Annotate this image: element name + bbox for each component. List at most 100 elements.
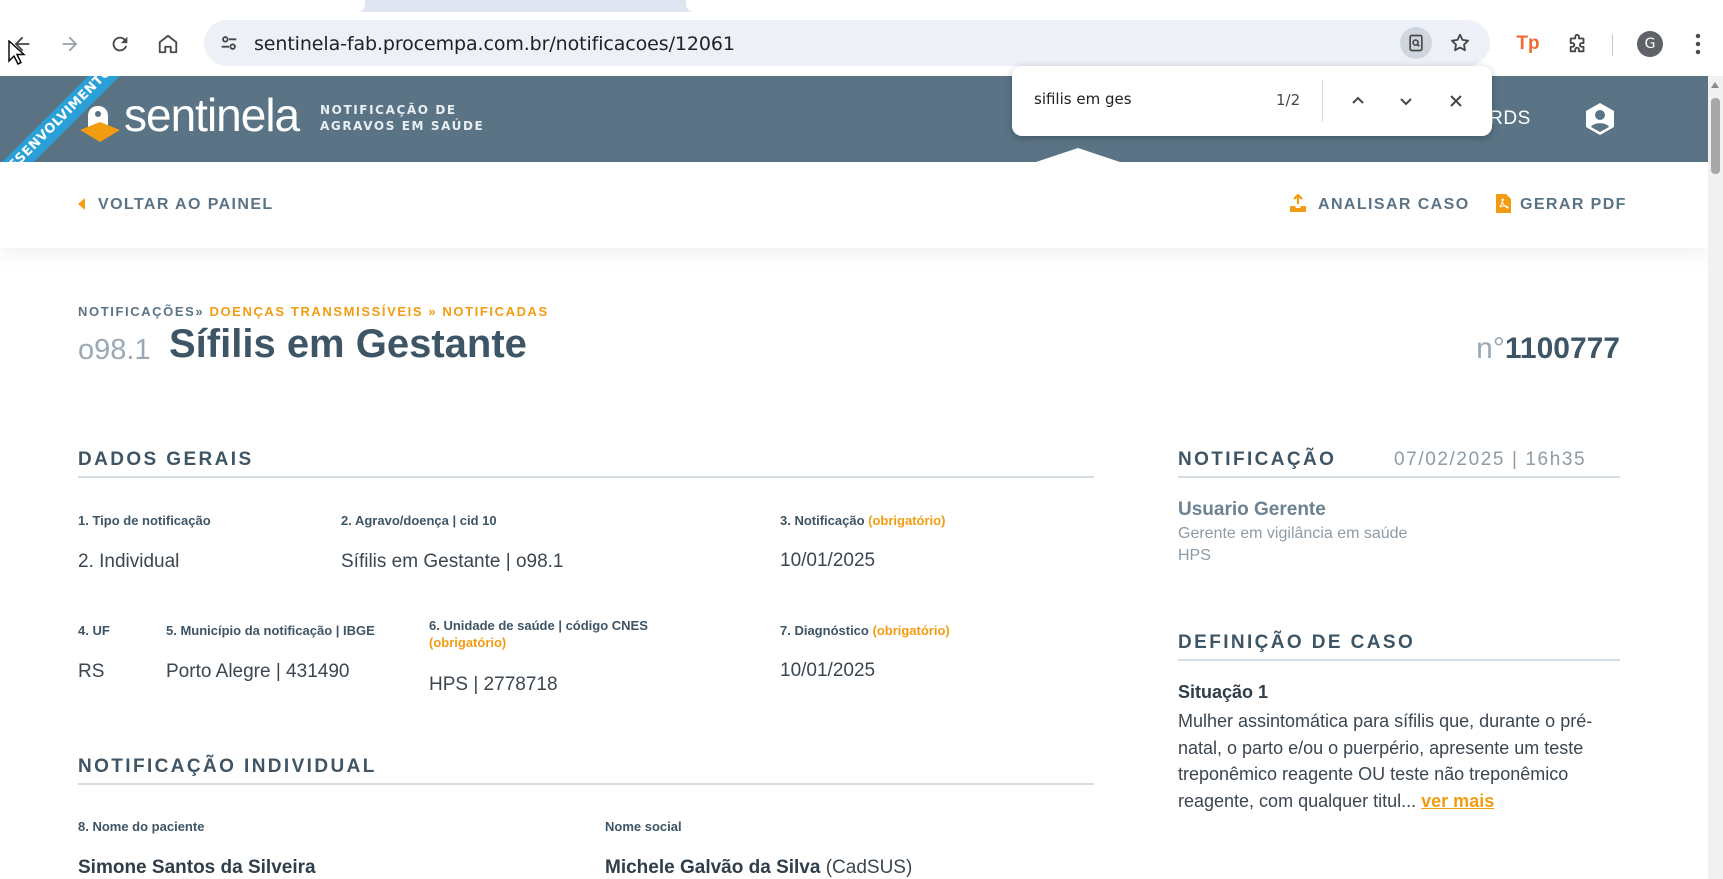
see-more-link[interactable]: ver mais bbox=[1421, 791, 1494, 811]
tp-extension-icon: Tp bbox=[1516, 33, 1540, 54]
field-label-nome-social: Nome social bbox=[605, 819, 682, 834]
chevron-down-icon bbox=[1400, 98, 1412, 106]
star-icon bbox=[1451, 33, 1469, 52]
find-input[interactable]: sifilis em ges bbox=[1034, 90, 1132, 108]
nome-social-text: Michele Galvão da Silva bbox=[605, 857, 821, 878]
site-settings-icon[interactable] bbox=[218, 32, 240, 58]
breadcrumb-notificadas[interactable]: NOTIFICADAS bbox=[442, 304, 548, 319]
reload-icon bbox=[112, 36, 128, 52]
cid-code: o98.1 bbox=[78, 334, 151, 366]
field-value-diagnostico: 10/01/2025 bbox=[780, 660, 876, 681]
mouse-cursor-icon bbox=[8, 40, 26, 65]
reload-button[interactable] bbox=[104, 28, 136, 60]
notification-number-value: 1100777 bbox=[1504, 332, 1620, 365]
section-definicao-title: DEFINIÇÃO DE CASO bbox=[1178, 632, 1416, 653]
field-value-nome-social: Michele Galvão da Silva (CadSUS) bbox=[605, 857, 912, 879]
required-tag: (obrigatório) bbox=[868, 513, 946, 528]
find-close-button[interactable] bbox=[1442, 87, 1470, 115]
field-label-diagnostico-text: 7. Diagnóstico bbox=[780, 623, 869, 638]
home-icon bbox=[158, 34, 178, 54]
app-subtitle: NOTIFICAÇÃO DE AGRAVOS EM SAÚDE bbox=[320, 102, 484, 134]
notification-number-prefix: n° bbox=[1476, 332, 1505, 365]
field-label-agravo: 2. Agravo/doença | cid 10 bbox=[341, 513, 497, 528]
analyze-case-button[interactable]: ANALISAR CASO bbox=[1318, 196, 1470, 214]
toolbar-divider bbox=[1612, 34, 1613, 56]
extension-tp-button[interactable]: Tp bbox=[1512, 28, 1544, 60]
close-icon bbox=[1450, 95, 1462, 107]
section-divider bbox=[1178, 659, 1620, 661]
url-text[interactable]: sentinela-fab.procempa.com.br/notificaco… bbox=[254, 33, 735, 55]
section-notificacao-title: NOTIFICAÇÃO bbox=[1178, 449, 1337, 470]
field-value-nome-paciente: Simone Santos da Silveira bbox=[78, 857, 316, 878]
breadcrumb-doencas[interactable]: DOENÇAS TRANSMISSÍVEIS bbox=[209, 304, 423, 319]
field-value-unidade: HPS | 2778718 bbox=[429, 674, 558, 695]
section-divider bbox=[78, 476, 1094, 478]
section-divider bbox=[1178, 476, 1620, 478]
field-label-municipio: 5. Município da notificação | IBGE bbox=[166, 623, 375, 638]
browser-menu-button[interactable] bbox=[1682, 28, 1714, 60]
scrollbar-thumb[interactable] bbox=[1711, 98, 1720, 174]
section-notificacao-individual-title: NOTIFICAÇÃO INDIVIDUAL bbox=[78, 756, 377, 777]
breadcrumb-separator: » bbox=[428, 304, 438, 319]
notification-datetime: 07/02/2025 | 16h35 bbox=[1394, 449, 1587, 470]
chevron-up-icon bbox=[1352, 96, 1364, 104]
puzzle-icon bbox=[1569, 33, 1585, 53]
notifier-unit: HPS bbox=[1178, 547, 1211, 564]
app-subtitle-line1: NOTIFICAÇÃO DE bbox=[320, 103, 457, 117]
nome-social-source: (CadSUS) bbox=[825, 857, 913, 878]
app-logo[interactable]: sentinela bbox=[124, 88, 300, 142]
field-value-uf: RS bbox=[78, 661, 105, 682]
case-situation-title: Situação 1 bbox=[1178, 682, 1269, 702]
arrow-right-icon bbox=[62, 36, 78, 52]
back-to-panel-link[interactable]: VOLTAR AO PAINEL bbox=[98, 196, 274, 214]
search-page-button[interactable] bbox=[1400, 27, 1432, 59]
browser-tab[interactable] bbox=[0, 0, 365, 12]
page-title: Sífilis em Gestante bbox=[169, 322, 527, 366]
find-divider bbox=[1322, 80, 1323, 122]
notifier-name: Usuario Gerente bbox=[1178, 499, 1326, 520]
required-tag: (obrigatório) bbox=[872, 623, 950, 638]
find-previous-button[interactable] bbox=[1344, 87, 1372, 115]
field-label-nome-paciente: 8. Nome do paciente bbox=[78, 819, 205, 834]
required-tag: (obrigatório) bbox=[429, 635, 507, 650]
section-divider bbox=[78, 783, 1094, 785]
page-scrollbar[interactable] bbox=[1708, 76, 1723, 879]
browser-tab-strip bbox=[0, 0, 1723, 12]
generate-pdf-button[interactable]: GERAR PDF bbox=[1520, 196, 1627, 214]
user-account-icon[interactable] bbox=[1584, 102, 1616, 136]
find-match-count: 1/2 bbox=[1276, 91, 1301, 109]
home-button[interactable] bbox=[152, 28, 184, 60]
field-value-agravo: Sífilis em Gestante | o98.1 bbox=[341, 551, 564, 572]
field-value-municipio: Porto Alegre | 431490 bbox=[166, 661, 350, 682]
case-definition-body: Mulher assintomática para sífilis que, d… bbox=[1178, 711, 1593, 811]
find-bar-pointer bbox=[1036, 148, 1120, 162]
field-label-unidade-text: 6. Unidade de saúde | código CNES bbox=[429, 618, 648, 633]
address-bar[interactable]: sentinela-fab.procempa.com.br/notificaco… bbox=[204, 20, 1490, 66]
field-label-notificacao-text: 3. Notificação bbox=[780, 513, 865, 528]
scroll-up-arrow-icon[interactable] bbox=[1711, 82, 1719, 88]
caret-left-icon bbox=[78, 198, 85, 210]
notification-number: n°1100777 bbox=[1476, 332, 1620, 366]
breadcrumb-notificacoes[interactable]: NOTIFICAÇÕES» bbox=[78, 304, 204, 319]
section-dados-gerais-title: DADOS GERAIS bbox=[78, 449, 254, 470]
browser-tab-active[interactable] bbox=[686, 0, 1723, 12]
field-label-unidade: 6. Unidade de saúde | código CNES (obriga… bbox=[429, 617, 689, 651]
case-definition-text: Mulher assintomática para sífilis que, d… bbox=[1178, 708, 1608, 814]
profile-button[interactable]: G bbox=[1634, 28, 1666, 60]
kebab-menu-icon bbox=[1695, 33, 1701, 55]
find-next-button[interactable] bbox=[1392, 87, 1420, 115]
forward-button[interactable] bbox=[54, 28, 86, 60]
field-label-diagnostico: 7. Diagnóstico (obrigatório) bbox=[780, 623, 950, 638]
extensions-button[interactable] bbox=[1562, 28, 1594, 60]
breadcrumb: NOTIFICAÇÕES» DOENÇAS TRANSMISSÍVEIS » N… bbox=[78, 304, 549, 319]
field-label-notificacao: 3. Notificação (obrigatório) bbox=[780, 513, 945, 528]
field-label-uf: 4. UF bbox=[78, 623, 110, 638]
field-label-tipo: 1. Tipo de notificação bbox=[78, 513, 211, 528]
analyze-case-icon bbox=[1290, 194, 1306, 212]
bookmark-button[interactable] bbox=[1444, 27, 1476, 59]
action-bar: VOLTAR AO PAINEL ANALISAR CASO GERAR PDF bbox=[0, 162, 1708, 248]
notifier-role: Gerente em vigilância em saúde bbox=[1178, 525, 1408, 542]
find-in-page-bar: sifilis em ges 1/2 bbox=[1012, 66, 1492, 136]
page-search-icon bbox=[1409, 34, 1423, 52]
pdf-file-icon bbox=[1496, 194, 1511, 213]
